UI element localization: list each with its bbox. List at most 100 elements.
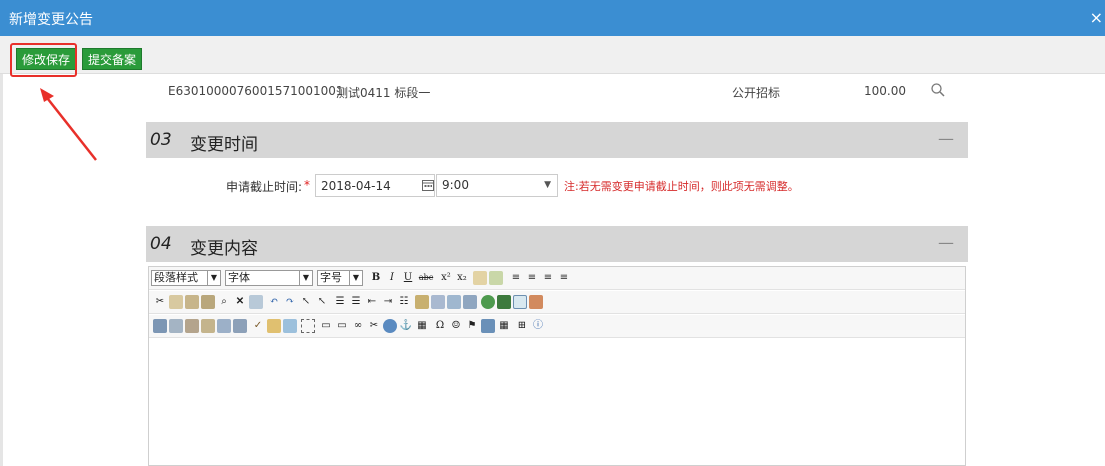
flag-icon[interactable]: ⚑ [465,319,479,333]
align-right-icon[interactable]: ≡ [541,271,555,285]
red-arrow-icon [40,88,97,161]
outdent-icon[interactable]: ⇤ [365,295,379,309]
table-icon[interactable]: ▦ [415,319,429,333]
underline-icon[interactable]: U [401,271,415,285]
code-icon[interactable] [201,319,215,333]
required-marker: * [304,178,310,192]
collapse-icon[interactable]: — [938,129,954,148]
align-center-icon[interactable]: ≡ [525,271,539,285]
editor-toolbar-row-1: 段落样式 ▼ 字体 ▼ 字号 ▼ B I U abc x² x₂ ≡ ≡ ≡ ≡ [149,267,965,290]
calendar-icon[interactable] [422,179,434,191]
window-titlebar: 新增变更公告 × [0,0,1105,36]
paste-icon[interactable] [185,295,199,309]
text-box-icon[interactable] [415,295,429,309]
section-change-time-header[interactable]: 03 变更时间 — [146,122,968,158]
attachment-icon[interactable] [169,319,183,333]
superscript-icon[interactable]: x² [439,271,453,285]
font-size-dropdown[interactable]: 字号 ▼ [317,270,363,286]
font-size-label: 字号 [320,271,342,284]
undo-icon[interactable]: ↶ [267,295,281,309]
save-highlight-box [10,43,77,77]
submit-filing-button[interactable]: 提交备案 [82,48,143,70]
chevron-down-icon: ▼ [544,180,551,190]
ordered-list-icon[interactable]: ☰ [333,295,347,309]
bold-icon[interactable]: B [369,271,383,285]
window-title: 新增变更公告 [9,12,93,28]
deadline-row: 申请截止时间: * 9:00 ▼ 注:若无需变更申请截止时间，则此项无需调整。 [226,174,826,198]
fullscreen-icon[interactable]: ⊞ [515,319,529,333]
chevron-down-icon: ▼ [349,271,362,285]
image-icon[interactable] [153,319,167,333]
highlight-color-icon[interactable] [489,271,503,285]
chevron-down-icon: ▼ [299,271,312,285]
editor-toolbar-row-3: ✓ ▭ ▭ ∞ ✂ ⚓ ▦ Ω ☺ ⚑ ▦ ⊞ ⓘ [149,315,965,338]
editor-toolbar-row-2: ✂ ⌕ ✕ ↶ ↷ ↖ ↖ ☰ ☰ ⇤ ⇥ ☷ [149,291,965,314]
indent-icon[interactable]: ⇥ [381,295,395,309]
search-icon[interactable] [930,82,946,98]
page-break-icon[interactable] [217,319,231,333]
deadline-note: 注:若无需变更申请截止时间，则此项无需调整。 [564,180,799,193]
redo-icon[interactable]: ↷ [283,295,297,309]
project-name: 测试0411 标段一 [336,86,431,100]
subscript-icon[interactable]: x₂ [455,271,469,285]
paragraph-style-dropdown[interactable]: 段落样式 ▼ [151,270,221,286]
find-icon[interactable]: ⌕ [217,295,231,309]
font-label: 字体 [228,271,250,284]
copy-icon[interactable] [169,295,183,309]
deadline-label: 申请截止时间: [226,180,303,194]
time-value: 9:00 [442,178,469,192]
table-props-icon[interactable] [233,319,247,333]
template-icon[interactable] [497,295,511,309]
anchor-icon[interactable]: ⚓ [399,319,413,333]
align-left-icon[interactable]: ≡ [509,271,523,285]
media-icon[interactable] [463,295,477,309]
image-library-icon[interactable] [529,295,543,309]
strikethrough-icon[interactable]: abc [417,271,435,285]
collapse-icon[interactable]: — [938,233,954,252]
rich-text-editor: 段落样式 ▼ 字体 ▼ 字号 ▼ B I U abc x² x₂ ≡ ≡ ≡ ≡… [148,266,966,466]
unlink-icon[interactable]: ✂ [367,319,381,333]
section-number: 04 [150,234,172,254]
italic-icon[interactable]: I [385,271,399,285]
wizard-icon[interactable] [267,319,281,333]
form-icon[interactable]: ▭ [335,319,349,333]
preview-icon[interactable] [513,295,527,309]
frame-icon[interactable] [301,319,315,333]
align-justify-icon[interactable]: ≡ [557,271,571,285]
spellcheck-icon[interactable]: ✓ [251,319,265,333]
select-all-icon[interactable]: ↖ [315,295,329,309]
emoticon-icon[interactable]: ☺ [449,319,463,333]
help-icon[interactable]: ⓘ [531,319,545,333]
special-char-icon[interactable]: Ω [433,319,447,333]
left-border-strip [0,74,3,466]
remove-format-icon[interactable]: ✕ [233,295,247,309]
font-dropdown[interactable]: 字体 ▼ [225,270,313,286]
editor-content-area[interactable] [149,339,965,465]
section-title: 变更时间 [190,135,258,155]
section-change-content-header[interactable]: 04 变更内容 — [146,226,968,262]
deadline-time-select[interactable]: 9:00 ▼ [436,174,558,197]
deadline-date-input[interactable] [315,174,435,197]
grid-icon[interactable]: ▦ [497,319,511,333]
horizontal-rule-icon[interactable]: ▭ [319,319,333,333]
globe-icon[interactable] [481,295,495,309]
block-quote-icon[interactable]: ☷ [397,295,411,309]
unordered-list-icon[interactable]: ☰ [349,295,363,309]
link-icon[interactable]: ∞ [351,319,365,333]
format-brush-icon[interactable] [249,295,263,309]
user-icon[interactable] [383,319,397,333]
paste-text-icon[interactable] [201,295,215,309]
project-amount: 100.00 [864,84,906,98]
close-icon[interactable]: × [1090,8,1103,27]
action-toolbar: 修改保存 提交备案 [0,36,1105,74]
project-code: E6301000076001571001001 [168,84,344,98]
emoticon-folder-icon[interactable] [185,319,199,333]
map-icon[interactable] [283,319,297,333]
flash-icon[interactable] [447,295,461,309]
select-icon[interactable]: ↖ [299,295,313,309]
font-color-icon[interactable] [473,271,487,285]
bidding-method: 公开招标 [732,86,781,100]
text-direction-icon[interactable] [431,295,445,309]
cut-icon[interactable]: ✂ [153,295,167,309]
date-insert-icon[interactable] [481,319,495,333]
